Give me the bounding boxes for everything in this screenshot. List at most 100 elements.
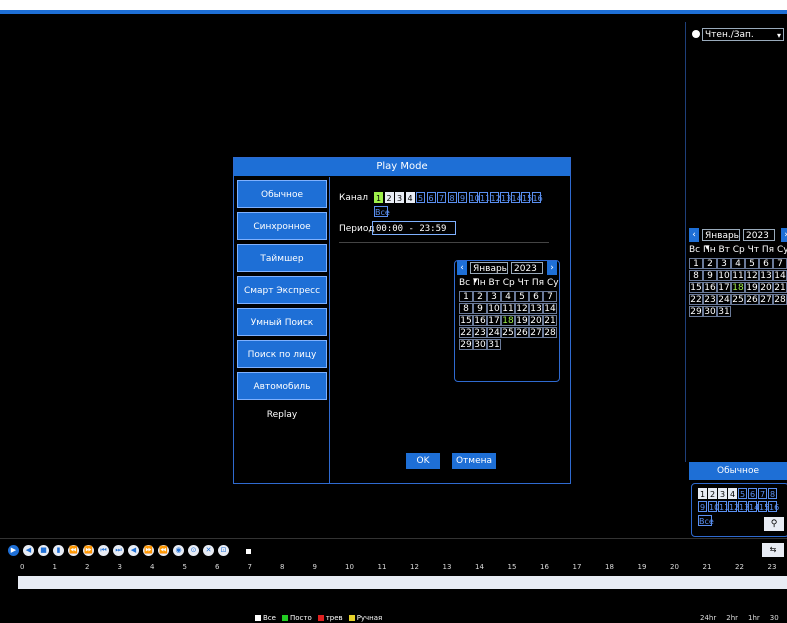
calendar-day[interactable]: 11 bbox=[731, 270, 745, 281]
calendar-day[interactable]: 30 bbox=[473, 339, 487, 350]
channel-checkbox[interactable]: 8 bbox=[447, 192, 457, 203]
calendar-day[interactable]: 30 bbox=[703, 306, 717, 317]
side-channel-checkbox[interactable]: 7 bbox=[758, 488, 767, 499]
playback-control-icon[interactable]: ⏭ bbox=[113, 545, 124, 556]
calendar-day[interactable]: 24 bbox=[487, 327, 501, 338]
side-all-button[interactable]: Все bbox=[698, 515, 714, 526]
record-type-select[interactable]: Чтен./Зап. ▾ bbox=[702, 28, 784, 41]
calendar-day[interactable]: 17 bbox=[717, 282, 731, 293]
calendar-day[interactable]: 13 bbox=[759, 270, 773, 281]
calendar-day[interactable]: 28 bbox=[543, 327, 557, 338]
calendar-day[interactable]: 22 bbox=[459, 327, 473, 338]
record-type-radio[interactable] bbox=[692, 30, 700, 38]
mode-button[interactable]: Таймшер bbox=[237, 244, 327, 272]
calendar-day[interactable]: 5 bbox=[745, 258, 759, 269]
playback-control-icon[interactable]: ▮ bbox=[53, 545, 64, 556]
side-channel-checkbox[interactable]: 3 bbox=[718, 488, 727, 499]
ok-button[interactable]: OK bbox=[406, 453, 440, 469]
calendar-day[interactable]: 6 bbox=[529, 291, 543, 302]
calendar-day[interactable]: 3 bbox=[487, 291, 501, 302]
playback-control-icon[interactable]: ⏪ bbox=[158, 545, 169, 556]
calendar-day[interactable]: 20 bbox=[529, 315, 543, 326]
calendar-day[interactable]: 13 bbox=[529, 303, 543, 314]
prev-month-icon[interactable]: ‹ bbox=[457, 261, 467, 275]
side-channel-checkbox[interactable]: 16 bbox=[768, 501, 779, 512]
playback-control-icon[interactable]: ◀ bbox=[23, 545, 34, 556]
side-channel-checkbox[interactable]: 4 bbox=[728, 488, 737, 499]
calendar-day[interactable]: 22 bbox=[689, 294, 703, 305]
playback-control-icon[interactable]: ⊡ bbox=[218, 545, 229, 556]
calendar-day[interactable]: 19 bbox=[515, 315, 529, 326]
calendar-day[interactable]: 23 bbox=[703, 294, 717, 305]
calendar-day[interactable]: 31 bbox=[487, 339, 501, 350]
calendar-day[interactable]: 12 bbox=[515, 303, 529, 314]
calendar-day[interactable]: 16 bbox=[473, 315, 487, 326]
channel-checkbox[interactable]: 15 bbox=[521, 192, 532, 203]
channel-checkbox[interactable]: 2 bbox=[384, 192, 394, 203]
mode-button[interactable]: Умный Поиск bbox=[237, 308, 327, 336]
playback-control-icon[interactable]: ◉ bbox=[173, 545, 184, 556]
playback-control-icon[interactable]: ⏩ bbox=[143, 545, 154, 556]
calendar-day[interactable]: 29 bbox=[689, 306, 703, 317]
calendar-day[interactable]: 20 bbox=[759, 282, 773, 293]
calendar-day[interactable]: 2 bbox=[473, 291, 487, 302]
mode-button[interactable]: Поиск по лицу bbox=[237, 340, 327, 368]
mode-button[interactable]: Синхронное bbox=[237, 212, 327, 240]
calendar-day[interactable]: 4 bbox=[731, 258, 745, 269]
channel-checkbox[interactable]: 11 bbox=[479, 192, 490, 203]
calendar-day[interactable]: 15 bbox=[689, 282, 703, 293]
playback-control-icon[interactable]: ⊙ bbox=[188, 545, 199, 556]
playback-control-icon[interactable]: ◀ bbox=[128, 545, 139, 556]
calendar-day[interactable]: 25 bbox=[731, 294, 745, 305]
channel-checkbox[interactable]: 10 bbox=[468, 192, 480, 203]
prev-month-icon[interactable]: ‹ bbox=[689, 228, 699, 242]
zoom-option[interactable]: 2hr bbox=[726, 614, 738, 622]
calendar-day[interactable]: 27 bbox=[529, 327, 543, 338]
calendar-day[interactable]: 26 bbox=[515, 327, 529, 338]
mode-button[interactable]: Обычное bbox=[237, 180, 327, 208]
side-channel-checkbox[interactable]: 1 bbox=[698, 488, 707, 499]
playback-control-icon[interactable]: ⏮ bbox=[98, 545, 109, 556]
calendar-day[interactable]: 18 bbox=[731, 282, 745, 293]
side-channel-checkbox[interactable]: 8 bbox=[768, 488, 777, 499]
search-icon[interactable]: ⚲ bbox=[764, 517, 784, 531]
calendar-day[interactable]: 29 bbox=[459, 339, 473, 350]
calendar-day[interactable]: 8 bbox=[459, 303, 473, 314]
mode-button[interactable]: Смарт Экспресс bbox=[237, 276, 327, 304]
side-channel-checkbox[interactable]: 13 bbox=[738, 501, 749, 512]
calendar-day[interactable]: 14 bbox=[543, 303, 557, 314]
calendar-day[interactable]: 1 bbox=[459, 291, 473, 302]
channel-checkbox[interactable]: 9 bbox=[458, 192, 467, 203]
calendar-day[interactable]: 21 bbox=[773, 282, 787, 293]
side-channel-checkbox[interactable]: 14 bbox=[748, 501, 759, 512]
timeline-bar[interactable] bbox=[18, 576, 787, 589]
cancel-button[interactable]: Отмена bbox=[452, 453, 496, 469]
calendar-day[interactable]: 10 bbox=[487, 303, 501, 314]
playback-control-icon[interactable]: ✕ bbox=[203, 545, 214, 556]
side-channel-checkbox[interactable]: 5 bbox=[738, 488, 747, 499]
calendar-day[interactable]: 11 bbox=[501, 303, 515, 314]
playback-control-icon[interactable]: ▶ bbox=[8, 545, 19, 556]
calendar-day[interactable]: 9 bbox=[703, 270, 717, 281]
month-select[interactable]: Январь ▾ bbox=[470, 262, 508, 286]
calendar-day[interactable]: 5 bbox=[515, 291, 529, 302]
calendar-day[interactable]: 21 bbox=[543, 315, 557, 326]
channel-checkbox[interactable]: 5 bbox=[416, 192, 425, 203]
zoom-option[interactable]: 24hr bbox=[700, 614, 716, 622]
side-channel-checkbox[interactable]: 9 bbox=[698, 501, 707, 512]
calendar-day[interactable]: 6 bbox=[759, 258, 773, 269]
calendar-day[interactable]: 27 bbox=[759, 294, 773, 305]
calendar-day[interactable]: 7 bbox=[543, 291, 557, 302]
calendar-day[interactable]: 24 bbox=[717, 294, 731, 305]
calendar-day[interactable]: 9 bbox=[473, 303, 487, 314]
calendar-day[interactable]: 8 bbox=[689, 270, 703, 281]
side-mode-label[interactable]: Обычное bbox=[689, 462, 787, 480]
calendar-day[interactable]: 26 bbox=[745, 294, 759, 305]
calendar-day[interactable]: 2 bbox=[703, 258, 717, 269]
side-channel-checkbox[interactable]: 2 bbox=[708, 488, 717, 499]
calendar-day[interactable]: 14 bbox=[773, 270, 787, 281]
channel-checkbox[interactable]: 6 bbox=[426, 192, 436, 203]
next-month-icon[interactable]: › bbox=[547, 261, 557, 275]
playback-control-icon[interactable]: ■ bbox=[38, 545, 49, 556]
all-channels-button[interactable]: Все bbox=[374, 206, 390, 217]
